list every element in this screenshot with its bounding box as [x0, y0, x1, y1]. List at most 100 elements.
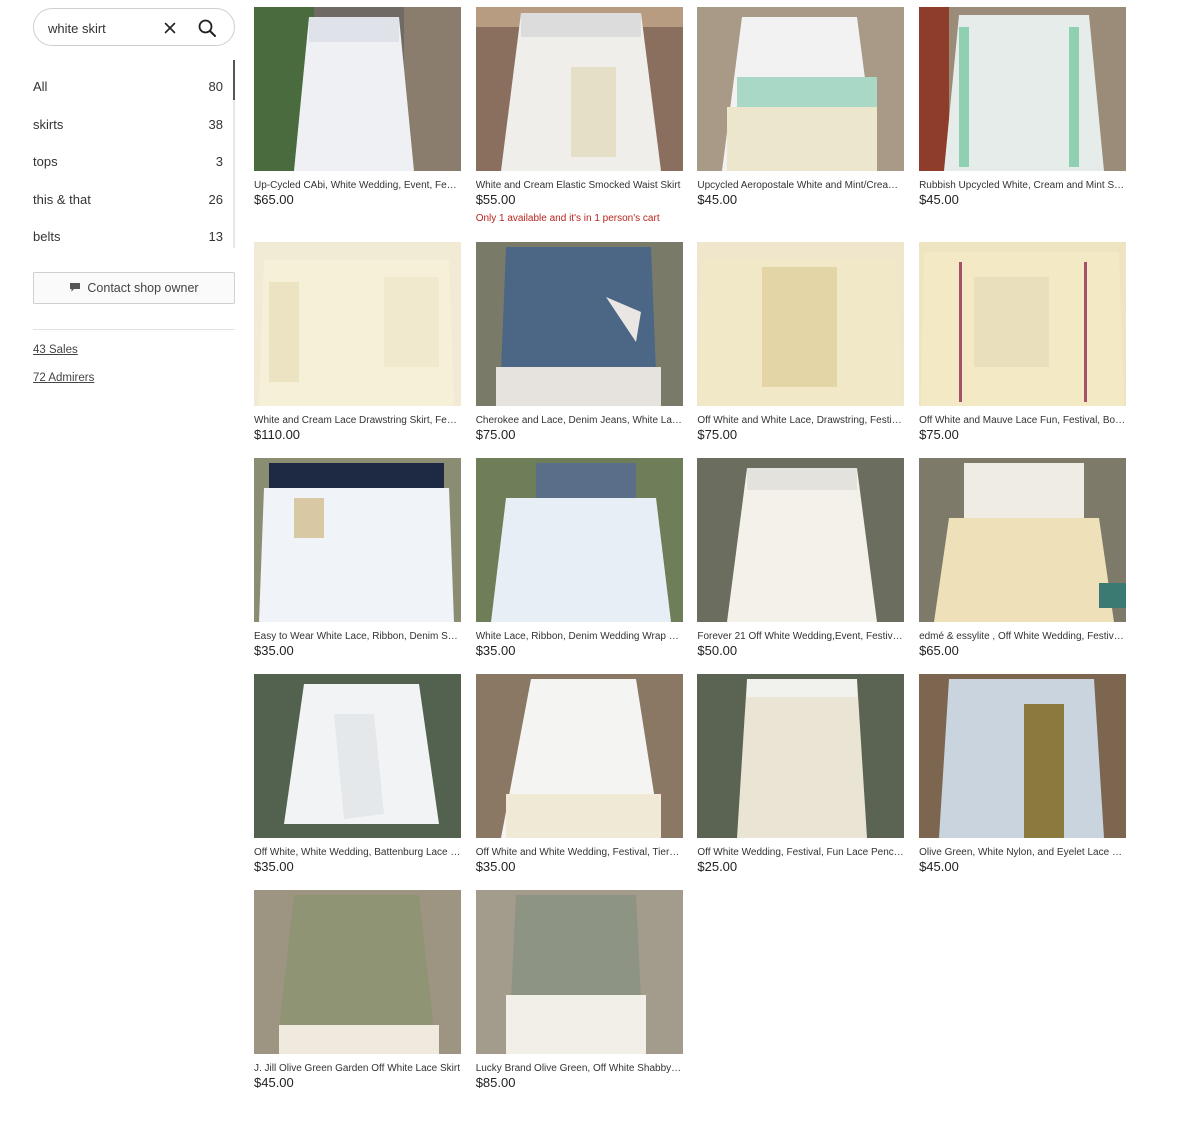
- listing-image[interactable]: [697, 458, 905, 622]
- listing-image[interactable]: [475, 674, 683, 838]
- listing-title[interactable]: Lucky Brand Olive Green, Off White Shabb…: [476, 1063, 683, 1075]
- skirt-photo: [254, 242, 461, 406]
- listing-title[interactable]: Off White and White Lace, Drawstring, Fe…: [697, 415, 904, 427]
- listing-title[interactable]: edmé & essylite , Off White Wedding, Fes…: [919, 631, 1126, 643]
- category-tops[interactable]: tops 3: [33, 143, 235, 181]
- sidebar-divider: [33, 328, 235, 330]
- search-button[interactable]: [196, 17, 218, 39]
- sales-link[interactable]: 43 Sales: [33, 344, 235, 356]
- listing-card[interactable]: edmé & essylite , Off White Wedding, Fes…: [919, 458, 1127, 674]
- listing-price: $75.00: [475, 427, 516, 442]
- listing-title[interactable]: White and Cream Lace Drawstring Skirt, F…: [254, 415, 461, 427]
- listing-title[interactable]: J. Jill Olive Green Garden Off White Lac…: [254, 1063, 461, 1075]
- listing-image[interactable]: [254, 7, 461, 171]
- listing-title[interactable]: Off White, White Wedding, Battenburg Lac…: [254, 847, 461, 859]
- category-all[interactable]: All 80: [33, 68, 235, 106]
- listing-card[interactable]: Off White and White Wedding, Festival, T…: [475, 674, 683, 890]
- category-list: All 80 skirts 38 tops 3 this & that 26 b…: [33, 60, 235, 256]
- skirt-photo: [475, 242, 683, 406]
- listing-card[interactable]: Upcycled Aeropostale White and Mint/Crea…: [697, 7, 905, 242]
- skirt-photo: [475, 7, 683, 171]
- listing-card[interactable]: Up-Cycled CAbi, White Wedding, Event, Fe…: [254, 7, 461, 242]
- listing-card[interactable]: Cherokee and Lace, Denim Jeans, White La…: [475, 242, 683, 458]
- message-icon: [70, 283, 81, 292]
- category-scrollbar-thumb[interactable]: [233, 60, 235, 100]
- listing-price: $55.00: [475, 192, 516, 207]
- listing-card[interactable]: Off White Wedding, Festival, Fun Lace Pe…: [697, 674, 905, 890]
- listing-image[interactable]: [254, 458, 461, 622]
- category-belts[interactable]: belts 13: [33, 218, 235, 256]
- clear-search-button[interactable]: [159, 17, 181, 39]
- listing-image[interactable]: [254, 242, 461, 406]
- shop-sidebar: All 80 skirts 38 tops 3 this & that 26 b…: [33, 8, 235, 384]
- contact-shop-owner-button[interactable]: Contact shop owner: [33, 271, 235, 304]
- listing-title[interactable]: White Lace, Ribbon, Denim Wedding Wrap S…: [476, 631, 683, 643]
- admirers-link[interactable]: 72 Admirers: [33, 372, 235, 384]
- listing-image[interactable]: [919, 674, 1127, 838]
- close-icon: [164, 22, 176, 34]
- listing-card[interactable]: White and Cream Lace Drawstring Skirt, F…: [254, 242, 461, 458]
- listing-card[interactable]: Forever 21 Off White Wedding,Event, Fest…: [697, 458, 905, 674]
- listing-card[interactable]: Easy to Wear White Lace, Ribbon, Denim S…: [254, 458, 461, 674]
- listing-image[interactable]: [697, 242, 905, 406]
- category-this-and-that[interactable]: this & that 26: [33, 181, 235, 219]
- listing-price: $65.00: [254, 192, 294, 207]
- listing-card[interactable]: Lucky Brand Olive Green, Off White Shabb…: [475, 890, 683, 1106]
- listing-card[interactable]: Olive Green, White Nylon, and Eyelet Lac…: [919, 674, 1127, 890]
- listing-image[interactable]: [475, 242, 683, 406]
- listing-image[interactable]: [697, 7, 905, 171]
- search-box: [33, 8, 235, 46]
- listing-price: $50.00: [697, 643, 738, 658]
- listing-image[interactable]: [475, 7, 683, 171]
- listing-title[interactable]: Forever 21 Off White Wedding,Event, Fest…: [697, 631, 904, 643]
- listing-title[interactable]: Upcycled Aeropostale White and Mint/Crea…: [697, 180, 904, 192]
- listing-image[interactable]: [919, 242, 1127, 406]
- listing-image[interactable]: [697, 674, 905, 838]
- listing-title[interactable]: Up-Cycled CAbi, White Wedding, Event, Fe…: [254, 180, 461, 192]
- listing-price: $85.00: [475, 1075, 516, 1090]
- skirt-photo: [919, 7, 1127, 171]
- skirt-photo: [697, 7, 905, 171]
- listing-title[interactable]: Off White and White Wedding, Festival, T…: [476, 847, 683, 859]
- listing-image[interactable]: [254, 674, 461, 838]
- listing-image[interactable]: [475, 458, 683, 622]
- listing-title[interactable]: Easy to Wear White Lace, Ribbon, Denim S…: [254, 631, 461, 643]
- listing-grid: Up-Cycled CAbi, White Wedding, Event, Fe…: [254, 7, 1127, 1106]
- listing-card[interactable]: White and Cream Elastic Smocked Waist Sk…: [475, 7, 683, 242]
- listing-image[interactable]: [919, 7, 1127, 171]
- listing-price: $35.00: [254, 859, 294, 874]
- listing-title[interactable]: Cherokee and Lace, Denim Jeans, White La…: [476, 415, 683, 427]
- listing-price: $45.00: [919, 859, 959, 874]
- skirt-photo: [919, 242, 1127, 406]
- listing-image[interactable]: [919, 458, 1127, 622]
- listing-card[interactable]: J. Jill Olive Green Garden Off White Lac…: [254, 890, 461, 1106]
- skirt-photo: [919, 674, 1127, 838]
- listing-price: $35.00: [475, 859, 516, 874]
- listing-price: $45.00: [697, 192, 738, 207]
- skirt-photo: [475, 458, 683, 622]
- skirt-photo: [254, 458, 461, 622]
- search-icon: [198, 19, 216, 37]
- listing-card[interactable]: Off White, White Wedding, Battenburg Lac…: [254, 674, 461, 890]
- listing-title[interactable]: Olive Green, White Nylon, and Eyelet Lac…: [919, 847, 1126, 859]
- skirt-photo: [475, 890, 683, 1054]
- skirt-photo: [919, 458, 1127, 622]
- listing-price: $75.00: [697, 427, 738, 442]
- listing-title[interactable]: Off White and Mauve Lace Fun, Festival, …: [919, 415, 1126, 427]
- contact-label: Contact shop owner: [87, 280, 199, 295]
- listing-card[interactable]: Off White and Mauve Lace Fun, Festival, …: [919, 242, 1127, 458]
- listing-title[interactable]: Off White Wedding, Festival, Fun Lace Pe…: [697, 847, 904, 859]
- listing-image[interactable]: [475, 890, 683, 1054]
- search-input[interactable]: [48, 18, 158, 38]
- listing-price: $65.00: [919, 643, 959, 658]
- category-skirts[interactable]: skirts 38: [33, 106, 235, 144]
- listing-price: $35.00: [254, 643, 294, 658]
- listing-price: $75.00: [919, 427, 959, 442]
- listing-card[interactable]: Rubbish Upcycled White, Cream and Mint S…: [919, 7, 1127, 242]
- listing-title[interactable]: White and Cream Elastic Smocked Waist Sk…: [476, 180, 683, 192]
- listing-title[interactable]: Rubbish Upcycled White, Cream and Mint S…: [919, 180, 1126, 192]
- listing-card[interactable]: Off White and White Lace, Drawstring, Fe…: [697, 242, 905, 458]
- category-label: All: [33, 79, 48, 95]
- listing-card[interactable]: White Lace, Ribbon, Denim Wedding Wrap S…: [475, 458, 683, 674]
- listing-image[interactable]: [254, 890, 461, 1054]
